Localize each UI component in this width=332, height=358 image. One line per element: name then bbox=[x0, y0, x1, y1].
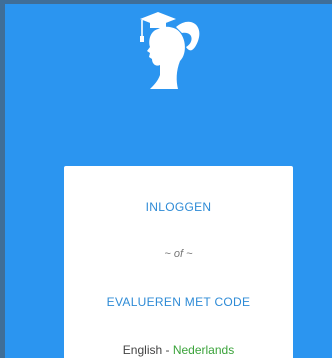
language-switcher: English - Nederlands bbox=[64, 343, 293, 357]
app-frame: INLOGGEN ~ of ~ EVALUEREN MET CODE Engli… bbox=[0, 0, 332, 358]
language-separator: - bbox=[162, 343, 173, 357]
login-card: INLOGGEN ~ of ~ EVALUEREN MET CODE Engli… bbox=[64, 166, 293, 358]
language-dutch-link[interactable]: Nederlands bbox=[173, 343, 234, 357]
evaluate-with-code-link[interactable]: EVALUEREN MET CODE bbox=[64, 295, 293, 309]
login-screen: INLOGGEN ~ of ~ EVALUEREN MET CODE Engli… bbox=[5, 4, 332, 358]
login-link[interactable]: INLOGGEN bbox=[64, 200, 293, 214]
language-english-link[interactable]: English bbox=[123, 343, 162, 357]
graduate-girl-silhouette-icon bbox=[140, 12, 200, 89]
or-separator: ~ of ~ bbox=[164, 248, 193, 260]
